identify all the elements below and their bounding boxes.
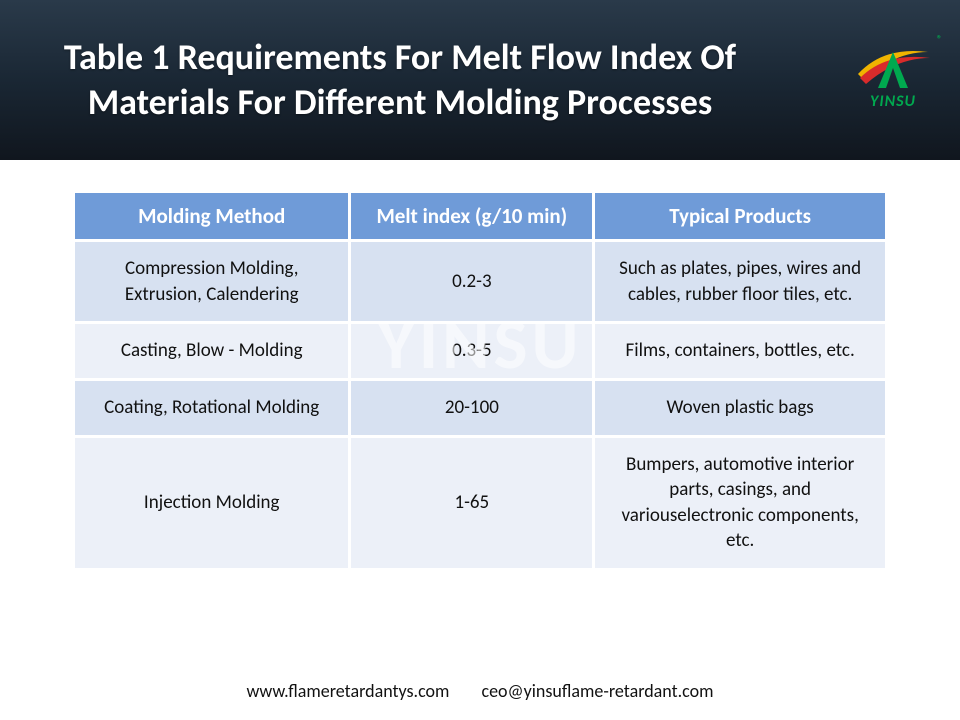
cell-index: 1-65 <box>350 436 594 570</box>
cell-method: Coating, Rotational Molding <box>74 379 350 436</box>
cell-method: Injection Molding <box>74 436 350 570</box>
data-table-container: Molding Method Melt index (g/10 min) Typ… <box>72 190 888 571</box>
logo-swoosh-icon <box>854 38 932 90</box>
col-header-index: Melt index (g/10 min) <box>350 192 594 241</box>
melt-flow-table: Molding Method Melt index (g/10 min) Typ… <box>72 190 888 571</box>
page-title: Table 1 Requirements For Melt Flow Index… <box>0 19 780 141</box>
cell-products: Films, containers, bottles, etc. <box>594 323 887 380</box>
col-header-products: Typical Products <box>594 192 887 241</box>
table-row: Compression Molding, Extrusion, Calender… <box>74 241 887 323</box>
cell-products: Such as plates, pipes, wires and cables,… <box>594 241 887 323</box>
footer-email: ceo@yinsuflame-retardant.com <box>481 680 713 702</box>
cell-method: Casting, Blow - Molding <box>74 323 350 380</box>
footer: www.flameretardantys.com ceo@yinsuflame-… <box>0 680 960 702</box>
table-row: Injection Molding 1-65 Bumpers, automoti… <box>74 436 887 570</box>
slide: Table 1 Requirements For Melt Flow Index… <box>0 0 960 720</box>
header-bar: Table 1 Requirements For Melt Flow Index… <box>0 0 960 160</box>
logo-text: YINSU <box>854 92 932 111</box>
col-header-method: Molding Method <box>74 192 350 241</box>
table-header-row: Molding Method Melt index (g/10 min) Typ… <box>74 192 887 241</box>
cell-index: 0.2-3 <box>350 241 594 323</box>
table-row: Casting, Blow - Molding 0.3-5 Films, con… <box>74 323 887 380</box>
brand-logo: ® YINSU <box>854 38 932 111</box>
cell-method: Compression Molding, Extrusion, Calender… <box>74 241 350 323</box>
registered-mark-icon: ® <box>937 32 942 45</box>
table-row: Coating, Rotational Molding 20-100 Woven… <box>74 379 887 436</box>
cell-index: 20-100 <box>350 379 594 436</box>
cell-index: 0.3-5 <box>350 323 594 380</box>
footer-url: www.flameretardantys.com <box>246 680 449 702</box>
cell-products: Woven plastic bags <box>594 379 887 436</box>
cell-products: Bumpers, automotive interior parts, casi… <box>594 436 887 570</box>
